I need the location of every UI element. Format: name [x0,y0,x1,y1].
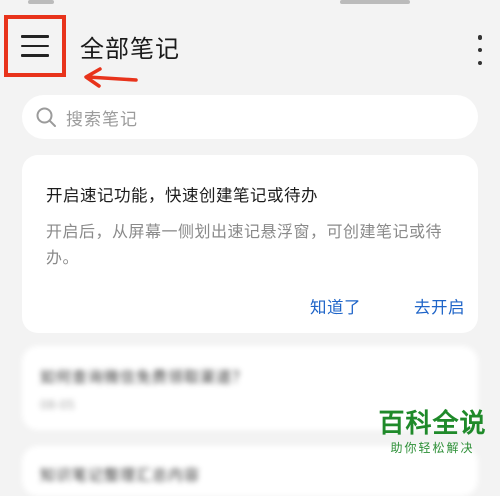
watermark-sub-text: 助你轻松解决 [390,441,475,455]
note-date: 08-05 [40,398,75,412]
watermark-logo: 百科全说 助你轻松解决 [370,408,495,468]
quick-note-promo-card: 开启速记功能，快速创建笔记或待办 开启后，从屏幕一侧划出速记悬浮窗，可创建笔记或… [22,155,478,333]
promo-heading: 开启速记功能，快速创建笔记或待办 [46,186,318,205]
search-placeholder[interactable]: 搜索笔记 [66,105,138,130]
more-options-button[interactable] [470,35,490,65]
status-bar [0,0,500,8]
more-vert-icon [477,35,483,40]
status-bar-icons [340,0,410,4]
note-title: 知识笔记整理汇总内容 [40,466,201,484]
status-bar-time [28,0,54,4]
app-header: 全部笔记 [0,8,500,86]
red-arrow-annotation [84,67,138,88]
enable-button[interactable]: 去开启 [414,294,465,318]
promo-description: 开启后，从屏幕一侧划出速记悬浮窗，可创建笔记或待办。 [46,222,443,267]
search-icon [36,107,56,127]
search-bar[interactable]: 搜索笔记 [22,95,478,139]
watermark-main-text: 百科全说 [378,409,487,439]
page-title: 全部笔记 [80,35,180,63]
hamburger-menu-icon [21,35,49,57]
note-title: 如何查询微信免费领取渠道？ [40,368,249,386]
dismiss-button[interactable]: 知道了 [310,294,361,318]
menu-button[interactable] [4,15,66,77]
